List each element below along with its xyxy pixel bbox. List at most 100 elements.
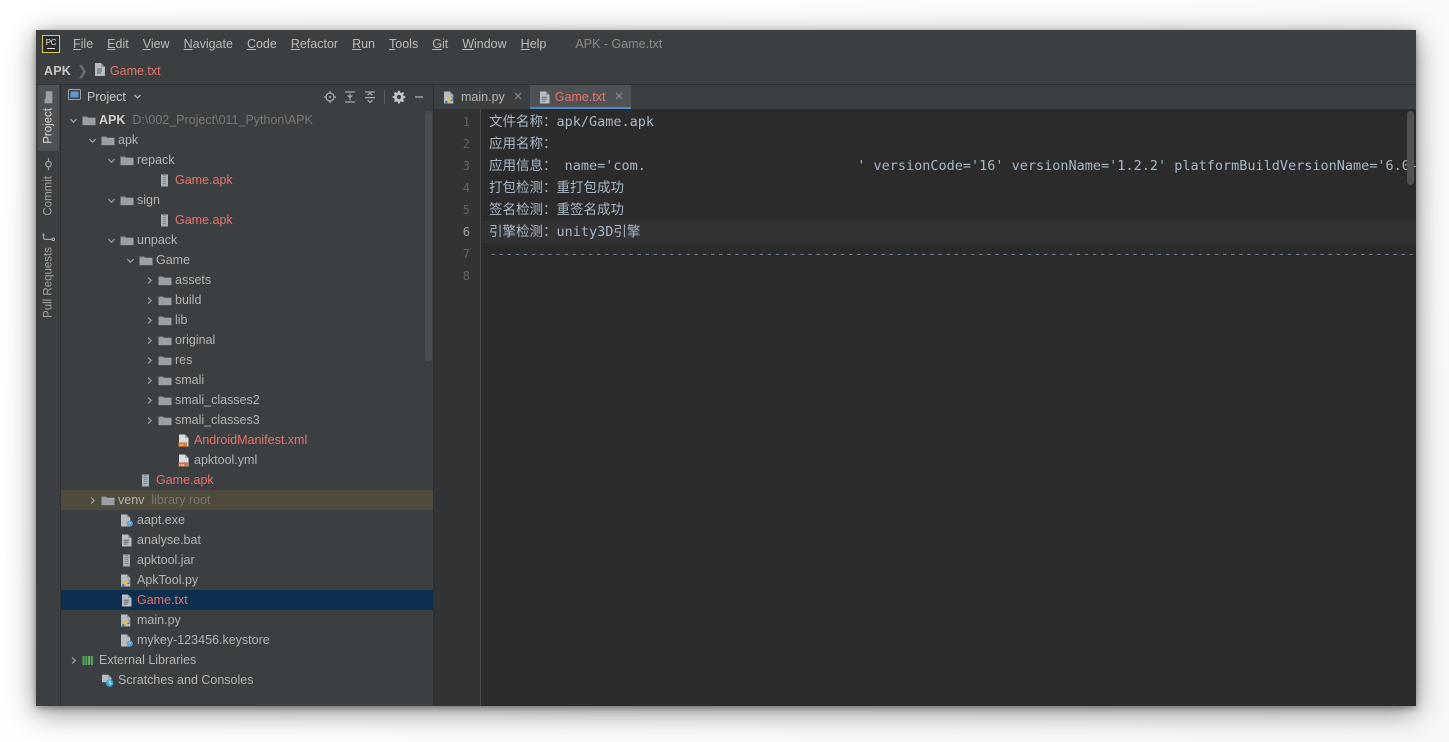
chevron-right-icon[interactable] [143, 416, 156, 425]
project-panel-scrollbar[interactable] [425, 111, 432, 361]
tree-item-label: build [175, 293, 202, 307]
chevron-right-icon[interactable] [143, 336, 156, 345]
tree-item-scratches-and-consoles[interactable]: Scratches and Consoles [61, 670, 433, 690]
breadcrumb-file[interactable]: Game.txt [94, 63, 161, 79]
chevron-down-icon[interactable] [105, 236, 118, 245]
menu-tools[interactable]: Tools [382, 34, 425, 54]
close-icon[interactable] [513, 90, 523, 104]
scrollbar-thumb[interactable] [1407, 111, 1414, 185]
commit-icon [42, 158, 55, 171]
rail-project[interactable]: Project [37, 85, 59, 151]
tree-item-aapt-exe[interactable]: ? aapt.exe [61, 510, 433, 530]
line-number: 2 [462, 137, 470, 151]
tree-item-game[interactable]: Game [61, 250, 433, 270]
chevron-down-icon[interactable] [124, 256, 137, 265]
chevron-right-icon[interactable] [143, 376, 156, 385]
menu-help[interactable]: Help [514, 34, 554, 54]
chevron-down-icon[interactable] [133, 88, 142, 106]
editor-tab-main-py[interactable]: main.py [434, 85, 530, 109]
line-number: 4 [462, 181, 470, 195]
tree-item-label: mykey-123456.keystore [137, 633, 270, 647]
tree-item-androidmanifest-xml[interactable]: <> AndroidManifest.xml [61, 430, 433, 450]
tree-item-res[interactable]: res [61, 350, 433, 370]
pycharm-logo-icon: PC [42, 35, 60, 53]
xml-file-icon: <> [175, 434, 192, 447]
tree-item-repack[interactable]: repack [61, 150, 433, 170]
close-icon[interactable] [614, 90, 624, 104]
folder-icon [156, 354, 173, 366]
tree-item-apk[interactable]: APK D:\002_Project\011_Python\APK [61, 110, 433, 130]
menu-navigate[interactable]: Navigate [177, 34, 240, 54]
tree-item-apk[interactable]: apk [61, 130, 433, 150]
menu-run[interactable]: Run [345, 34, 382, 54]
project-tree[interactable]: APK D:\002_Project\011_Python\APK apk repac… [61, 109, 433, 706]
tree-item-sign[interactable]: sign [61, 190, 433, 210]
folder-icon [156, 334, 173, 346]
chevron-right-icon[interactable] [143, 356, 156, 365]
folder-icon [99, 494, 116, 506]
chevron-right-icon[interactable] [143, 316, 156, 325]
tree-item-original[interactable]: original [61, 330, 433, 350]
tree-item-smali-classes3[interactable]: smali_classes3 [61, 410, 433, 430]
line-number: 5 [462, 203, 470, 217]
rail-label: Project [42, 108, 54, 144]
tree-item-label: analyse.bat [137, 533, 201, 547]
tree-item-apktool-jar[interactable]: apktool.jar [61, 550, 433, 570]
chevron-right-icon[interactable] [67, 656, 80, 665]
menu-code[interactable]: Code [240, 34, 284, 54]
tree-item-apktool-yml[interactable]: YML apktool.yml [61, 450, 433, 470]
menu-edit[interactable]: Edit [100, 34, 136, 54]
menu-window[interactable]: Window [455, 34, 513, 54]
yml-file-icon: YML [175, 454, 192, 467]
chevron-right-icon[interactable] [143, 296, 156, 305]
tree-item-main-py[interactable]: main.py [61, 610, 433, 630]
tree-item-game-apk[interactable]: Game.apk [61, 170, 433, 190]
tree-item-venv[interactable]: venv library root [61, 490, 433, 510]
settings-gear-icon[interactable] [389, 87, 409, 107]
breadcrumb-root[interactable]: APK [44, 64, 71, 78]
hide-panel-icon[interactable] [409, 87, 429, 107]
tree-item-assets[interactable]: assets [61, 270, 433, 290]
menu-view[interactable]: View [136, 34, 177, 54]
text-file-icon [118, 534, 135, 547]
editor-vertical-scrollbar[interactable] [1405, 109, 1416, 706]
menu-git[interactable]: Git [425, 34, 455, 54]
tree-item-label: res [175, 353, 193, 367]
folder-icon [156, 274, 173, 286]
tree-item-smali-classes2[interactable]: smali_classes2 [61, 390, 433, 410]
tree-item-game-apk[interactable]: Game.apk [61, 470, 433, 490]
rail-commit[interactable]: Commit [38, 151, 59, 223]
chevron-down-icon[interactable] [105, 156, 118, 165]
collapse-all-icon[interactable] [360, 87, 380, 107]
tree-item-label: Game.apk [175, 213, 233, 227]
tree-item-label: sign [137, 193, 160, 207]
chevron-down-icon[interactable] [86, 136, 99, 145]
chevron-down-icon[interactable] [105, 196, 118, 205]
locate-in-tree-icon[interactable] [320, 87, 340, 107]
chevron-right-icon[interactable] [143, 396, 156, 405]
tree-item-game-txt[interactable]: Game.txt [61, 590, 433, 610]
tree-item-lib[interactable]: lib [61, 310, 433, 330]
tree-item-build[interactable]: build [61, 290, 433, 310]
menu-refactor[interactable]: Refactor [284, 34, 345, 54]
code-line: 签名检测：重签名成功 [489, 202, 624, 218]
expand-all-icon[interactable] [340, 87, 360, 107]
tree-item-smali[interactable]: smali [61, 370, 433, 390]
editor-tab-game-txt[interactable]: Game.txt [529, 85, 631, 109]
menu-file[interactable]: File [66, 34, 100, 54]
tree-item-mykey-123456-keystore[interactable]: ? mykey-123456.keystore [61, 630, 433, 650]
rail-pull-requests[interactable]: Pull Requests [38, 222, 59, 325]
tree-item-game-apk[interactable]: Game.apk [61, 210, 433, 230]
tree-item-analyse-bat[interactable]: analyse.bat [61, 530, 433, 550]
chevron-right-icon[interactable] [143, 276, 156, 285]
tree-item-label: smali_classes2 [175, 393, 260, 407]
tree-item-apktool-py[interactable]: ApkTool.py [61, 570, 433, 590]
code-line: 文件名称：apk/Game.apk [489, 114, 655, 130]
folder-icon [137, 254, 154, 266]
chevron-down-icon[interactable] [67, 116, 80, 125]
svg-text:<>: <> [179, 442, 183, 446]
chevron-right-icon[interactable] [86, 496, 99, 505]
tree-item-unpack[interactable]: unpack [61, 230, 433, 250]
editor-code[interactable]: 文件名称：apk/Game.apk 应用名称： 应用信息： name='com. '… [481, 109, 1416, 706]
tree-item-external-libraries[interactable]: External Libraries [61, 650, 433, 670]
